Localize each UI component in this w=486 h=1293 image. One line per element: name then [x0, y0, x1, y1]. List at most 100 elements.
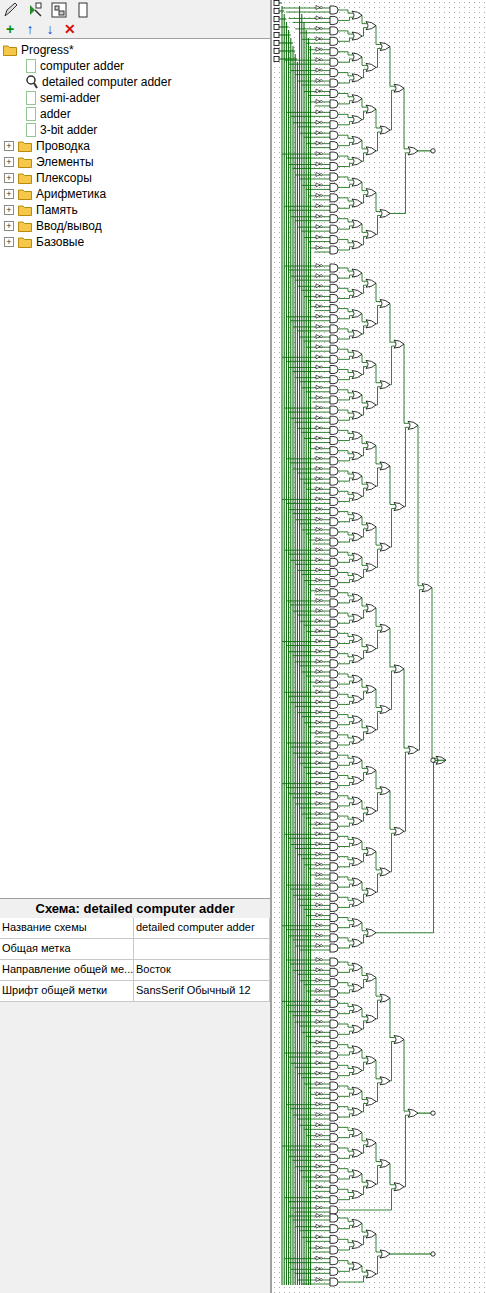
or-gate[interactable] — [362, 720, 376, 740]
or-gate[interactable] — [362, 1174, 376, 1195]
and-gate[interactable] — [311, 1092, 338, 1101]
and-gate[interactable] — [282, 639, 338, 648]
and-gate[interactable] — [304, 235, 338, 244]
input-pin[interactable] — [274, 25, 289, 30]
input-pin[interactable] — [274, 17, 286, 22]
or-gate[interactable] — [338, 349, 362, 359]
and-gate[interactable] — [306, 913, 338, 922]
and-gate[interactable] — [311, 588, 338, 597]
or-gate[interactable] — [338, 983, 362, 993]
or-gate[interactable] — [376, 283, 390, 324]
and-gate[interactable] — [306, 629, 338, 638]
or-gate[interactable] — [338, 593, 362, 603]
or-gate[interactable] — [338, 390, 362, 400]
or-gate[interactable] — [362, 882, 376, 902]
and-gate[interactable] — [286, 110, 338, 119]
or-gate[interactable] — [338, 471, 362, 481]
property-row[interactable]: Направление общей ме...Восток — [0, 960, 270, 981]
or-gate[interactable] — [338, 10, 362, 20]
and-gate[interactable] — [291, 1061, 338, 1070]
and-gate[interactable] — [282, 497, 338, 506]
and-gate[interactable] — [293, 324, 338, 333]
property-value[interactable] — [134, 939, 270, 959]
input-pin[interactable] — [274, 57, 297, 62]
and-gate[interactable] — [308, 1246, 338, 1255]
and-gate[interactable] — [293, 968, 338, 977]
or-gate[interactable] — [338, 938, 362, 948]
appearance-button[interactable] — [74, 1, 92, 19]
and-gate[interactable] — [284, 548, 338, 557]
and-gate[interactable] — [286, 314, 338, 323]
or-gate[interactable] — [376, 1234, 390, 1274]
and-gate[interactable] — [295, 517, 338, 526]
or-gate[interactable] — [338, 177, 362, 187]
circuit-item[interactable]: computer adder — [0, 58, 270, 74]
and-gate[interactable] — [291, 558, 338, 567]
or-gate[interactable] — [376, 588, 446, 933]
and-gate[interactable] — [282, 1144, 338, 1153]
library-item[interactable]: +Память — [0, 202, 270, 218]
and-gate[interactable] — [291, 214, 338, 223]
project-node[interactable]: Progress* — [0, 42, 270, 58]
and-gate[interactable] — [295, 1020, 338, 1029]
and-gate[interactable] — [284, 1051, 338, 1060]
or-gate[interactable] — [362, 1009, 376, 1030]
or-gate[interactable] — [338, 775, 362, 785]
or-gate[interactable] — [338, 430, 362, 440]
or-gate[interactable] — [362, 395, 376, 415]
toolbar-button[interactable]: ✕ — [62, 21, 78, 37]
property-value[interactable]: Восток — [134, 960, 270, 980]
and-gate[interactable] — [300, 1123, 338, 1132]
library-item[interactable]: +Проводка — [0, 138, 270, 154]
or-gate[interactable] — [362, 679, 376, 699]
or-gate[interactable] — [362, 598, 376, 618]
or-gate[interactable] — [362, 182, 376, 203]
and-gate[interactable] — [289, 1009, 338, 1018]
or-gate[interactable] — [376, 689, 390, 730]
and-gate[interactable] — [308, 538, 338, 547]
and-gate[interactable] — [300, 477, 338, 486]
expander-icon[interactable]: + — [4, 157, 14, 167]
or-gate[interactable] — [362, 57, 376, 78]
and-gate[interactable] — [289, 162, 338, 171]
and-gate[interactable] — [291, 68, 338, 77]
and-gate[interactable] — [295, 944, 338, 953]
and-gate[interactable] — [284, 406, 338, 415]
and-gate[interactable] — [308, 193, 338, 202]
and-gate[interactable] — [284, 1195, 338, 1204]
and-gate[interactable] — [289, 791, 338, 800]
and-gate[interactable] — [293, 609, 338, 618]
or-gate[interactable] — [338, 369, 362, 379]
or-gate[interactable] — [390, 47, 404, 130]
and-gate[interactable] — [286, 1102, 338, 1111]
and-gate[interactable] — [300, 131, 338, 140]
and-gate[interactable] — [295, 659, 338, 668]
or-gate[interactable] — [338, 410, 362, 420]
or-gate[interactable] — [404, 344, 418, 506]
or-gate[interactable] — [338, 93, 362, 103]
and-gate[interactable] — [293, 1113, 338, 1122]
and-gate[interactable] — [284, 264, 338, 273]
or-gate[interactable] — [390, 998, 404, 1081]
and-gate[interactable] — [306, 487, 338, 496]
or-gate[interactable] — [362, 967, 376, 988]
and-gate[interactable] — [306, 1133, 338, 1142]
and-gate[interactable] — [300, 761, 338, 770]
and-gate[interactable] — [297, 852, 338, 861]
expander-icon[interactable]: + — [4, 221, 14, 231]
library-item[interactable]: +Базовые — [0, 234, 270, 250]
output-pin[interactable] — [418, 1111, 435, 1115]
and-gate[interactable] — [302, 812, 338, 821]
or-gate[interactable] — [338, 309, 362, 319]
and-gate[interactable] — [308, 1040, 338, 1049]
or-gate[interactable] — [376, 527, 390, 568]
and-gate[interactable] — [295, 1224, 338, 1233]
and-gate[interactable] — [293, 466, 338, 475]
and-gate[interactable] — [297, 1071, 338, 1080]
and-gate[interactable] — [282, 923, 338, 932]
library-item[interactable]: +Элементы — [0, 154, 270, 170]
and-gate[interactable] — [311, 304, 338, 313]
or-gate[interactable] — [338, 198, 362, 208]
or-gate[interactable] — [338, 613, 362, 623]
and-gate[interactable] — [282, 355, 338, 364]
